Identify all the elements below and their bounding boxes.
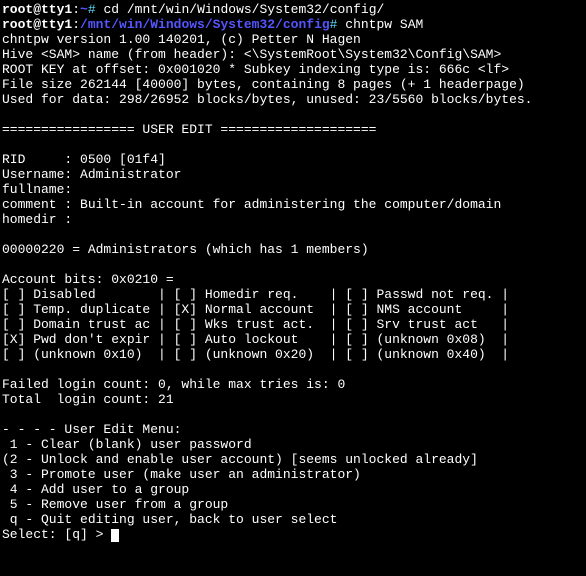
bit-row: [X] Pwd don't expir | [ ] Auto lockout |… <box>2 332 509 347</box>
menu-header: - - - - User Edit Menu: <box>2 422 181 437</box>
menu-item-clear-password: 1 - Clear (blank) user password <box>2 437 252 452</box>
group-line: 00000220 = Administrators (which has 1 m… <box>2 242 369 257</box>
terminal-output: root@tty1:~# cd /mnt/win/Windows/System3… <box>0 0 586 544</box>
prompt-colon: : <box>72 2 80 17</box>
menu-item-unlock: (2 - Unlock and enable user account) [se… <box>2 452 478 467</box>
bit-row: [ ] (unknown 0x10) | [ ] (unknown 0x20) … <box>2 347 509 362</box>
prompt-hash: # <box>88 2 104 17</box>
prompt-hash: # <box>330 17 346 32</box>
bit-row: [ ] Temp. duplicate | [X] Normal account… <box>2 302 509 317</box>
user-info-line: homedir : <box>2 212 72 227</box>
prompt-path: /mnt/win/Windows/System32/config <box>80 17 330 32</box>
select-prompt-line[interactable]: Select: [q] > <box>2 527 119 542</box>
prompt-line-2: root@tty1:/mnt/win/Windows/System32/conf… <box>2 17 423 32</box>
select-prompt: Select: [q] > <box>2 527 111 542</box>
login-count-line: Failed login count: 0, while max tries i… <box>2 377 345 392</box>
output-line: Used for data: 298/26952 blocks/bytes, u… <box>2 92 533 107</box>
bit-row: [ ] Domain trust ac | [ ] Wks trust act.… <box>2 317 509 332</box>
bit-row: [ ] Disabled | [ ] Homedir req. | [ ] Pa… <box>2 287 509 302</box>
menu-item-add-group: 4 - Add user to a group <box>2 482 189 497</box>
menu-item-quit: q - Quit editing user, back to user sele… <box>2 512 337 527</box>
prompt-path: ~ <box>80 2 88 17</box>
account-bits-header: Account bits: 0x0210 = <box>2 272 174 287</box>
output-line: chntpw version 1.00 140201, (c) Petter N… <box>2 32 361 47</box>
prompt-colon: : <box>72 17 80 32</box>
user-info-line: Username: Administrator <box>2 167 181 182</box>
menu-item-promote: 3 - Promote user (make user an administr… <box>2 467 361 482</box>
cursor-icon <box>111 529 119 542</box>
output-line: Hive <SAM> name (from header): <\SystemR… <box>2 47 501 62</box>
section-title: ================= USER EDIT ============… <box>2 122 376 137</box>
login-count-line: Total login count: 21 <box>2 392 174 407</box>
user-info-line: RID : 0500 [01f4] <box>2 152 166 167</box>
output-line: File size 262144 [40000] bytes, containi… <box>2 77 525 92</box>
user-info-line: comment : Built-in account for administe… <box>2 197 501 212</box>
user-info-line: fullname: <box>2 182 72 197</box>
menu-item-remove-group: 5 - Remove user from a group <box>2 497 228 512</box>
output-line: ROOT KEY at offset: 0x001020 * Subkey in… <box>2 62 509 77</box>
command-1: cd /mnt/win/Windows/System32/config/ <box>103 2 384 17</box>
command-2: chntpw SAM <box>345 17 423 32</box>
prompt-user-host: root@tty1 <box>2 17 72 32</box>
prompt-line-1: root@tty1:~# cd /mnt/win/Windows/System3… <box>2 2 384 17</box>
prompt-user-host: root@tty1 <box>2 2 72 17</box>
